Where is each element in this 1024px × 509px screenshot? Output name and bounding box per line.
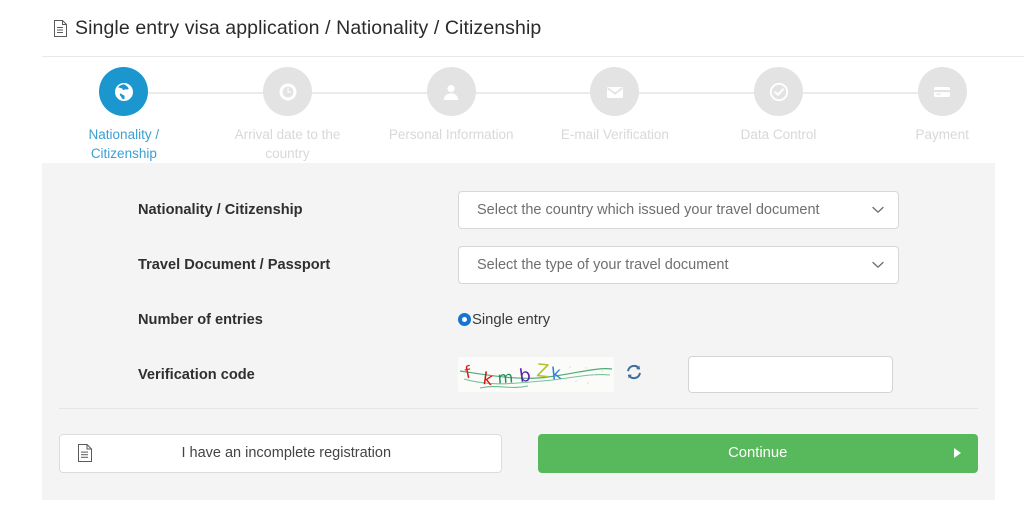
travel-document-select-value: Select the type of your travel document [477,256,729,273]
single-entry-label: Single entry [472,311,551,328]
step-label: Personal Information [388,127,514,142]
form-row-number-of-entries: Number of entries Single entry [42,292,995,347]
envelope-icon [603,80,627,104]
clock-icon [277,81,299,103]
step-personal-information[interactable]: Personal Information [369,57,534,163]
refresh-icon [625,363,643,386]
chevron-down-icon [872,257,884,273]
svg-text:Z: Z [536,360,550,382]
visa-application-page: Single entry visa application / National… [0,0,1024,509]
document-icon [54,19,67,37]
entries-field: Single entry [458,312,995,328]
continue-button[interactable]: Continue [537,433,978,473]
step-nationality-citizenship[interactable]: Nationality / Citizenship [42,57,206,163]
refresh-captcha-button[interactable] [624,363,643,386]
verification-code-field: f k m b Z k [458,356,995,393]
page-title: Single entry visa application / National… [42,17,541,40]
step-icon-circle [590,67,640,116]
step-icon-circle [754,67,804,116]
page-title-text: Single entry visa application / National… [75,16,542,39]
form-rows: Nationality / Citizenship Select the cou… [42,163,995,402]
nationality-label: Nationality / Citizenship [138,201,303,218]
nationality-select[interactable]: Select the country which issued your tra… [458,190,899,229]
travel-document-label: Travel Document / Passport [138,256,331,273]
step-label: Data Control [740,127,817,142]
credit-card-icon [930,80,954,104]
step-icon-circle [263,67,312,116]
form-row-nationality: Nationality / Citizenship Select the cou… [42,182,995,237]
step-icon-circle [99,67,149,116]
person-icon [440,81,462,103]
step-data-control[interactable]: Data Control [696,57,861,163]
document-icon [78,444,92,462]
entries-label: Number of entries [138,311,263,328]
form-panel: Nationality / Citizenship Select the cou… [42,163,995,500]
step-label: Payment [915,127,969,142]
step-label: E-mail Verification [560,127,669,142]
verification-code-input[interactable] [688,356,893,393]
chevron-down-icon [872,202,884,218]
step-payment[interactable]: Payment [860,57,1024,163]
actions-divider [59,408,978,409]
form-row-verification-code: Verification code f k m b Z k [42,347,995,402]
single-entry-radio[interactable] [458,313,471,326]
incomplete-registration-button[interactable]: I have an incomplete registration [59,433,502,473]
step-label: Nationality / Citizenship [88,127,160,161]
incomplete-registration-label: I have an incomplete registration [181,445,392,461]
verification-code-label: Verification code [138,366,255,383]
nationality-select-value: Select the country which issued your tra… [477,201,820,218]
step-arrival-date[interactable]: Arrival date to the country [205,57,370,163]
step-email-verification[interactable]: E-mail Verification [533,57,697,163]
single-entry-radio-option[interactable]: Single entry [458,312,550,328]
step-icon-circle [917,67,967,116]
form-row-travel-document: Travel Document / Passport Select the ty… [42,237,995,292]
step-label: Arrival date to the country [234,127,341,161]
continue-label: Continue [728,445,788,461]
svg-text:m: m [497,368,514,388]
step-icon-circle [426,67,476,116]
nationality-field: Select the country which issued your tra… [458,190,995,229]
globe-icon [113,81,135,103]
form-actions: I have an incomplete registration Contin… [42,431,995,475]
arrow-right-icon [954,448,961,458]
page-header: Single entry visa application / National… [42,0,1024,57]
captcha-image: f k m b Z k [458,357,614,392]
progress-stepper: Nationality / Citizenship Arrival date t… [42,57,1024,163]
travel-document-select[interactable]: Select the type of your travel document [458,245,899,284]
travel-document-field: Select the type of your travel document [458,245,995,284]
check-circle-icon [767,80,791,104]
